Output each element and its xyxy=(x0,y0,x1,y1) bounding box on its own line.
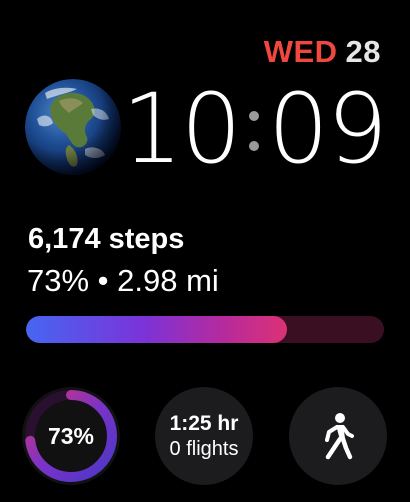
exercise-complication[interactable]: 1:25 hr 0 flights xyxy=(155,387,253,485)
weekday-label: WED xyxy=(263,34,338,69)
date-display: WED 28 xyxy=(264,34,381,70)
time-hours: 10 xyxy=(121,73,242,185)
time-minutes: 09 xyxy=(267,73,388,185)
workout-complication[interactable] xyxy=(289,387,387,485)
exercise-duration: 1:25 hr xyxy=(169,412,239,436)
distance-summary: 73% • 2.98 mi xyxy=(27,263,219,298)
time-display: 10 09 xyxy=(121,73,388,185)
flights-count: 0 flights xyxy=(169,437,239,460)
day-number: 28 xyxy=(345,34,381,69)
time-colon xyxy=(240,81,268,177)
activity-ring-label: 73% xyxy=(47,422,95,449)
activity-progress-fill xyxy=(26,316,288,343)
activity-progress-bar xyxy=(26,316,384,343)
activity-ring-complication[interactable]: 73% xyxy=(22,387,120,485)
walking-person-icon xyxy=(325,413,354,460)
steps-count: 6,174 steps xyxy=(28,223,185,255)
earth-globe-icon[interactable] xyxy=(25,79,121,175)
